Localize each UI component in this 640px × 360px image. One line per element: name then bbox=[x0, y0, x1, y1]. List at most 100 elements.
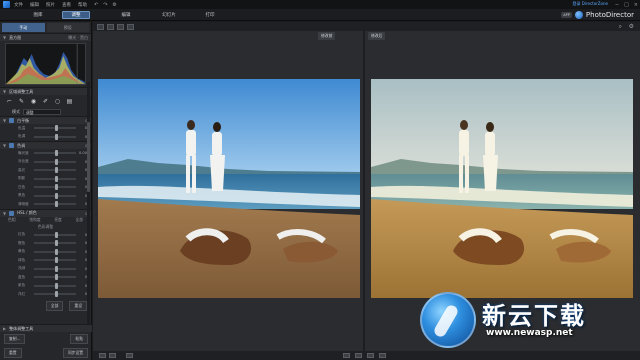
slider-value[interactable]: 0 bbox=[79, 126, 87, 130]
hsl-checkbox[interactable] bbox=[9, 210, 15, 216]
rotate-left-icon[interactable] bbox=[343, 353, 350, 358]
slider-track[interactable] bbox=[34, 240, 76, 247]
slider-value[interactable]: 0 bbox=[79, 284, 87, 288]
zoom-actual-icon[interactable] bbox=[379, 353, 386, 358]
redo-icon[interactable]: ↷ bbox=[103, 2, 107, 8]
tab-adjust[interactable]: 调整 bbox=[62, 11, 90, 19]
menu-help[interactable]: 帮助 bbox=[78, 2, 87, 8]
slider-value[interactable]: 0 bbox=[79, 292, 87, 296]
tab-library[interactable]: 图库 bbox=[24, 11, 52, 19]
filmstrip-icon[interactable] bbox=[127, 23, 134, 30]
slider-thumb[interactable] bbox=[54, 167, 58, 174]
slider-track[interactable] bbox=[34, 125, 76, 132]
slider-track[interactable] bbox=[34, 248, 76, 255]
slider-thumb[interactable] bbox=[54, 184, 58, 191]
slider-value[interactable]: 0 bbox=[79, 194, 87, 198]
close-icon[interactable]: × bbox=[634, 2, 638, 8]
histogram-options[interactable]: 曝光 · 黑白 bbox=[68, 35, 88, 41]
slider-thumb[interactable] bbox=[54, 282, 58, 289]
regional-tools-header[interactable]: ▼ 区域调整工具 bbox=[0, 87, 91, 95]
hsl-tab-hue[interactable]: 色相 bbox=[8, 217, 16, 223]
gradient-icon[interactable]: ▤ bbox=[66, 98, 73, 105]
slider-value[interactable]: 0 bbox=[79, 241, 87, 245]
collapse-icon[interactable]: ▶ bbox=[3, 326, 6, 331]
after-photo[interactable] bbox=[371, 79, 633, 298]
crop-icon[interactable]: ⌐ bbox=[6, 98, 13, 105]
slider-track[interactable] bbox=[34, 257, 76, 264]
slider-thumb[interactable] bbox=[54, 240, 58, 247]
next-icon[interactable] bbox=[109, 353, 116, 358]
redeye-icon[interactable]: ◉ bbox=[30, 98, 37, 105]
white-balance-header[interactable]: ▼ 白平衡 ↺ bbox=[0, 116, 91, 124]
undo-icon[interactable]: ↶ bbox=[94, 2, 98, 8]
gear-icon[interactable]: ⚙ bbox=[629, 23, 634, 30]
global-tools-header[interactable]: ▶ 整体调整工具 bbox=[0, 324, 92, 332]
slider-thumb[interactable] bbox=[54, 125, 58, 132]
info-icon[interactable] bbox=[126, 353, 133, 358]
slider-value[interactable]: 0 bbox=[79, 135, 87, 139]
menu-file[interactable]: 文件 bbox=[14, 2, 23, 8]
slider-value[interactable]: 0 bbox=[79, 267, 87, 271]
slider-thumb[interactable] bbox=[54, 201, 58, 208]
slider-track[interactable] bbox=[34, 175, 76, 182]
slider-thumb[interactable] bbox=[54, 150, 58, 157]
app-badge[interactable]: APP bbox=[561, 12, 572, 18]
brush-icon[interactable]: ✐ bbox=[42, 98, 49, 105]
slider-value[interactable]: 0 bbox=[79, 160, 87, 164]
slider-track[interactable] bbox=[34, 265, 76, 272]
histogram-header[interactable]: ▼ 直方图 曝光 · 黑白 bbox=[0, 33, 91, 41]
slider-track[interactable] bbox=[34, 274, 76, 281]
maximize-icon[interactable]: □ bbox=[624, 2, 629, 8]
tone-header[interactable]: ▼ 色调 ↺ bbox=[0, 141, 91, 149]
signin-link[interactable]: 登录 DirectorZone bbox=[572, 1, 608, 7]
hsl-tab-all[interactable]: 全部 bbox=[75, 217, 83, 223]
slider-track[interactable] bbox=[34, 231, 76, 238]
slider-value[interactable]: 0 bbox=[79, 275, 87, 279]
minimize-icon[interactable]: − bbox=[615, 2, 619, 8]
grid-view-icon[interactable] bbox=[117, 23, 124, 30]
slider-track[interactable] bbox=[34, 167, 76, 174]
all-button[interactable]: 全部 bbox=[45, 300, 64, 311]
reset-all-button[interactable]: 重置 bbox=[4, 348, 22, 358]
slider-value[interactable]: 0 bbox=[79, 233, 87, 237]
split-divider[interactable] bbox=[363, 31, 365, 351]
slider-thumb[interactable] bbox=[54, 291, 58, 298]
slider-thumb[interactable] bbox=[54, 192, 58, 199]
prev-icon[interactable] bbox=[99, 353, 106, 358]
settings-icon[interactable]: ⚙ bbox=[112, 2, 116, 8]
slider-track[interactable] bbox=[34, 133, 76, 140]
sync-button[interactable]: 同步设置 bbox=[62, 348, 88, 358]
slider-thumb[interactable] bbox=[54, 158, 58, 165]
collapse-icon[interactable]: ▼ bbox=[3, 143, 6, 148]
collapse-icon[interactable]: ▼ bbox=[3, 89, 6, 94]
mode-select[interactable]: 调整 bbox=[23, 109, 61, 115]
panel-scrollbar[interactable] bbox=[87, 82, 90, 327]
slider-track[interactable] bbox=[34, 192, 76, 199]
slider-value[interactable]: 0 bbox=[79, 168, 87, 172]
hsl-tab-luminance[interactable]: 亮度 bbox=[54, 217, 62, 223]
paste-button[interactable]: 粘贴 bbox=[70, 334, 88, 344]
zoom-fit-icon[interactable] bbox=[367, 353, 374, 358]
slider-thumb[interactable] bbox=[54, 265, 58, 272]
white-balance-checkbox[interactable] bbox=[9, 118, 15, 123]
scrollbar-grip[interactable] bbox=[87, 122, 90, 192]
slider-track[interactable] bbox=[34, 282, 76, 289]
spot-removal-icon[interactable]: ✎ bbox=[18, 98, 25, 105]
compare-view-icon[interactable] bbox=[107, 23, 114, 30]
hsl-header[interactable]: ▼ HSL / 颜色 ↺ bbox=[0, 208, 91, 217]
slider-thumb[interactable] bbox=[54, 274, 58, 281]
tab-presets[interactable]: 预设 bbox=[46, 23, 89, 32]
slider-value[interactable]: 0.00 bbox=[79, 151, 87, 155]
slider-thumb[interactable] bbox=[54, 248, 58, 255]
slider-value[interactable]: 0 bbox=[79, 177, 87, 181]
collapse-icon[interactable]: ▼ bbox=[3, 35, 6, 40]
slider-thumb[interactable] bbox=[54, 231, 58, 238]
radial-filter-icon[interactable]: ○ bbox=[54, 98, 61, 105]
tab-slideshow[interactable]: 幻灯片 bbox=[152, 11, 186, 19]
slider-thumb[interactable] bbox=[54, 175, 58, 182]
tab-edit[interactable]: 编辑 bbox=[112, 11, 140, 19]
before-photo[interactable] bbox=[98, 79, 360, 298]
collapse-icon[interactable]: ▼ bbox=[3, 211, 6, 216]
copy-button[interactable]: 复制... bbox=[4, 334, 26, 344]
menu-edit[interactable]: 编辑 bbox=[30, 2, 39, 8]
